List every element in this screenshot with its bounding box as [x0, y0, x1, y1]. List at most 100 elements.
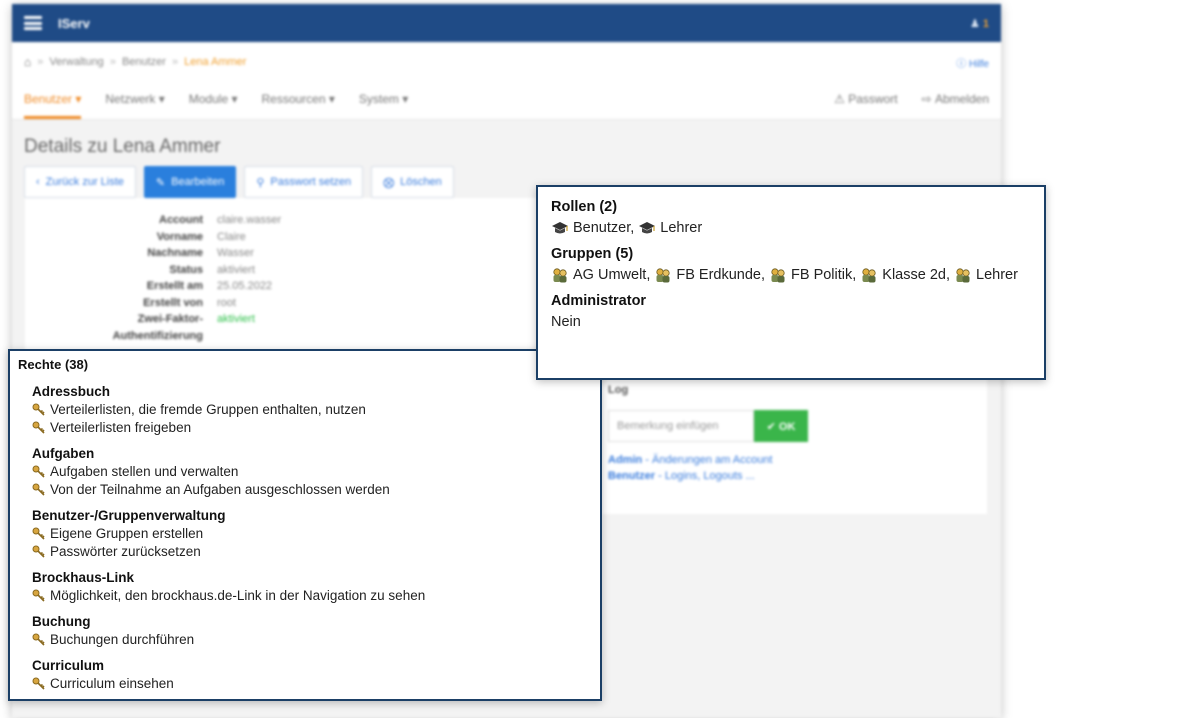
role-label: Lehrer — [660, 220, 703, 236]
rights-item-label: Passwörter zurücksetzen — [50, 544, 201, 559]
set-password-button[interactable]: ⚲ Passwort setzen — [244, 166, 364, 198]
group-label: AG Umwelt, — [573, 267, 651, 283]
edit-button[interactable]: ✎ Bearbeiten — [143, 166, 237, 198]
main-nav: Benutzer ▾ Netzwerk ▾ Module ▾ Ressource… — [12, 82, 1001, 120]
rights-section-heading: Curriculum — [32, 658, 105, 673]
log-link-admin[interactable]: Admin - Änderungen am Account — [608, 454, 987, 466]
groups-list: AG Umwelt, FB Erdkunde, FB Politik, Klas… — [551, 264, 1044, 286]
group-icon — [956, 268, 970, 283]
group-tag: FB Erdkunde, — [654, 264, 765, 286]
nav-module[interactable]: Module ▾ — [189, 82, 238, 119]
detail-label: Erstellt am — [146, 280, 203, 292]
admin-block: Administrator Nein — [551, 293, 1044, 333]
group-icon — [656, 268, 670, 283]
graduation-cap-icon — [639, 222, 656, 234]
key-icon — [32, 527, 45, 540]
breadcrumb-separator: » — [109, 56, 116, 68]
ok-button[interactable]: ✔ OK — [754, 410, 808, 442]
back-to-list-button[interactable]: ‹ Zurück zur Liste — [24, 166, 136, 198]
delete-label: Löschen — [400, 176, 442, 188]
detail-value: aktiviert — [217, 263, 255, 276]
breadcrumb-item-benutzer[interactable]: Benutzer — [122, 56, 166, 68]
logout-icon: ⇨ — [921, 92, 932, 106]
log-link-benutzer[interactable]: Benutzer - Logins, Logouts ... — [608, 470, 987, 482]
nav-netzwerk[interactable]: Netzwerk ▾ — [105, 82, 164, 119]
roles-block: Rollen (2) Benutzer, Lehrer — [551, 199, 1044, 239]
breadcrumb-separator: » — [37, 56, 44, 68]
group-icon — [553, 268, 567, 283]
breadcrumb-current: Lena Ammer — [184, 56, 247, 68]
detail-label: Zwei-Faktor- — [137, 313, 203, 325]
top-bar: IServ ♟ 1 — [12, 4, 1001, 42]
edit-label: Bearbeiten — [171, 176, 225, 188]
screenshot-stage: IServ ♟ 1 ⌂ » Verwaltung » Benutzer » Le… — [0, 0, 1200, 718]
admin-title: Administrator — [551, 293, 647, 309]
rights-item: Verteilerlisten, die fremde Gruppen enth… — [32, 401, 600, 419]
nav-ressourcen[interactable]: Ressourcen ▾ — [261, 82, 334, 119]
nav-system[interactable]: System ▾ — [359, 82, 408, 119]
app-brand[interactable]: IServ — [58, 16, 90, 31]
menu-icon[interactable] — [24, 16, 42, 30]
nav-logout[interactable]: ⇨ Abmelden — [922, 92, 989, 109]
rights-item-label: Verteilerlisten freigeben — [50, 420, 192, 435]
detail-label: Erstellt von — [143, 296, 203, 309]
rights-section: Benutzer-/Gruppenverwaltung Eigene Grupp… — [32, 508, 600, 561]
rights-item: Curriculum einsehen — [32, 675, 600, 693]
home-icon[interactable]: ⌂ — [24, 55, 31, 69]
detail-label: Status — [169, 263, 203, 276]
log-link-admin-text: - Änderungen am Account — [642, 454, 773, 466]
delete-button[interactable]: ⨂ Löschen — [371, 166, 454, 198]
detail-row: Erstellt von root — [25, 295, 545, 312]
role-label: Benutzer, — [573, 220, 635, 236]
rights-section-heading: Buchung — [32, 614, 91, 629]
roles-groups-callout: Rollen (2) Benutzer, Lehrer Gruppen (5) … — [536, 185, 1046, 380]
remark-input[interactable]: Bemerkung einfügen — [608, 410, 754, 442]
groups-title: Gruppen (5) — [551, 246, 634, 262]
breadcrumb-separator: » — [171, 56, 179, 68]
detail-row: Authentifizierung — [25, 328, 545, 345]
nav-password-label: Passwort — [848, 92, 898, 106]
delete-icon: ⨂ — [383, 176, 395, 189]
rights-item: Passwörter zurücksetzen — [32, 543, 600, 561]
set-password-label: Passwort setzen — [270, 176, 352, 188]
user-icon: ♟ — [969, 17, 980, 30]
key-icon — [32, 465, 45, 478]
nav-benutzer[interactable]: Benutzer ▾ — [24, 82, 82, 119]
log-link-benutzer-bold: Benutzer — [608, 470, 656, 482]
detail-value: Wasser — [217, 247, 254, 259]
roles-list: Benutzer, Lehrer — [551, 217, 1044, 239]
breadcrumb-item-verwaltung[interactable]: Verwaltung — [49, 56, 103, 68]
user-menu[interactable]: ♟ 1 — [970, 17, 989, 30]
breadcrumb: ⌂ » Verwaltung » Benutzer » Lena Ammer ⓘ… — [12, 42, 1001, 82]
group-tag: Klasse 2d, — [860, 264, 950, 286]
key-icon: ⚲ — [256, 176, 265, 189]
nav-password[interactable]: ⚠︎ Passwort — [834, 92, 897, 109]
rights-item: Verteilerlisten freigeben — [32, 419, 600, 437]
rights-section-heading: Brockhaus-Link — [32, 570, 135, 585]
rights-section: Curriculum Curriculum einsehen — [32, 658, 600, 693]
help-link[interactable]: ⓘ Hilfe — [956, 55, 989, 70]
detail-row: Zwei-Faktor-aktiviert — [25, 311, 545, 328]
detail-value: claire.wasser — [217, 214, 282, 226]
rights-item: Aufgaben stellen und verwalten — [32, 463, 600, 481]
rights-item: Von der Teilnahme an Aufgaben ausgeschlo… — [32, 481, 600, 499]
edit-icon: ✎ — [155, 176, 166, 189]
rights-title: Rechte (38) — [18, 357, 89, 372]
detail-label: Authentifizierung — [112, 329, 203, 342]
group-icon — [771, 268, 785, 283]
page-title: Details zu Lena Ammer — [24, 136, 221, 157]
rights-item: Eigene Gruppen erstellen — [32, 525, 600, 543]
log-link-benutzer-text: - Logins, Logouts ... — [655, 470, 755, 482]
key-icon — [32, 403, 45, 416]
rights-section-heading: Adressbuch — [32, 384, 111, 399]
rights-item-label: Von der Teilnahme an Aufgaben ausgeschlo… — [50, 482, 390, 497]
rights-section: Adressbuch Verteilerlisten, die fremde G… — [32, 384, 600, 437]
group-tag: FB Politik, — [769, 264, 856, 286]
key-icon — [32, 633, 45, 646]
groups-block: Gruppen (5) AG Umwelt, FB Erdkunde, FB P… — [551, 246, 1044, 286]
detail-row: Vorname Claire — [25, 229, 545, 246]
detail-row: Account claire.wasser — [25, 212, 545, 229]
group-icon — [862, 268, 876, 283]
rights-section: Brockhaus-Link Möglichkeit, den brockhau… — [32, 570, 600, 605]
key-icon — [32, 483, 45, 496]
